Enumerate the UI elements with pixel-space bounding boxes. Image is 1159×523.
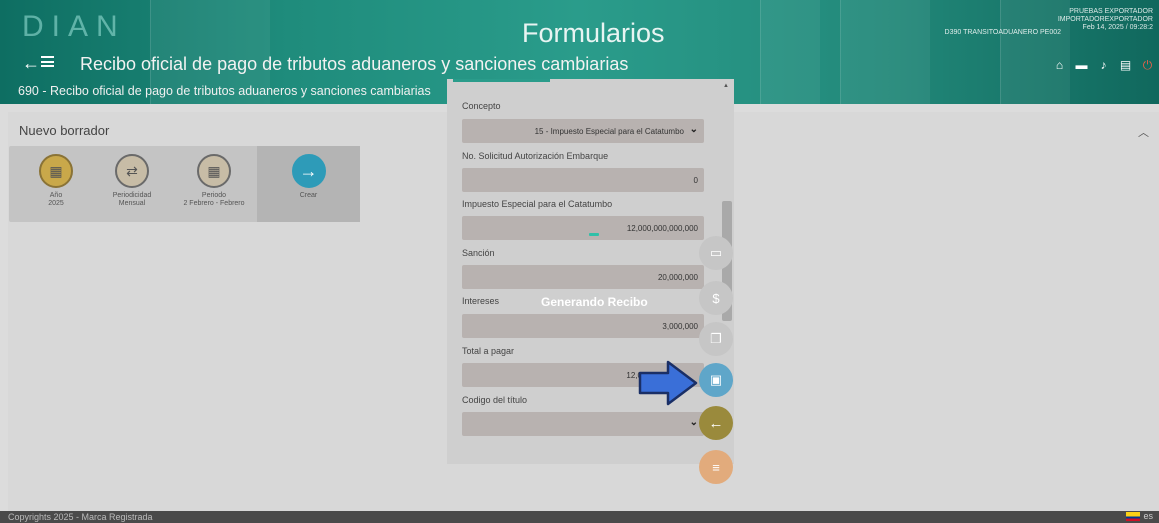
user-info: PRUEBAS EXPORTADOR IMPORTADOREXPORTADOR … <box>1057 8 1153 31</box>
copy-button[interactable]: ❐ <box>699 322 733 356</box>
sancion-input[interactable]: 20,000,000 <box>462 265 704 289</box>
calendar-icon: ▦ <box>39 154 73 188</box>
payment-button[interactable]: $ <box>699 281 733 315</box>
menu-fab-button[interactable]: ≡ <box>699 450 733 484</box>
save-icon: ▣ <box>709 372 723 387</box>
user-name: D390 TRANSITOADUANERO PE002 <box>944 29 1061 36</box>
loading-spinner <box>589 233 599 236</box>
footer: Copyrights 2025 - Marca Registrada es <box>0 511 1159 523</box>
folder-icon[interactable]: ▬ <box>1074 58 1089 72</box>
credit-card-button[interactable]: ▭ <box>699 236 733 270</box>
form-subtitle: 690 - Recibo oficial de pago de tributos… <box>18 84 431 98</box>
scroll-up-icon[interactable]: ▲ <box>723 83 729 89</box>
form-title: Recibo oficial de pago de tributos aduan… <box>80 54 629 74</box>
power-icon[interactable]: ⏻ <box>1140 58 1155 72</box>
app-title: Formularios <box>522 18 665 48</box>
home-icon[interactable]: ⌂ <box>1052 58 1067 72</box>
year-card[interactable]: ▦ Año 2025 <box>21 146 91 222</box>
solicitud-label: No. Solicitud Autorización Embarque <box>462 151 609 161</box>
sancion-label: Sanción <box>462 248 495 258</box>
receipt-form-modal: Concepto 15 - Impuesto Especial para el … <box>447 79 734 464</box>
back-arrow-icon: ← <box>708 414 724 432</box>
intereses-input[interactable]: 3,000,000 <box>462 314 704 338</box>
hamburger-menu-icon[interactable] <box>41 56 54 67</box>
chevron-up-icon[interactable]: ︿ <box>1138 124 1149 140</box>
codigo-select[interactable]: ⌄ <box>462 412 704 436</box>
impuesto-input[interactable]: 12,000,000,000,000 <box>462 216 704 240</box>
back-button[interactable]: ← <box>699 406 733 440</box>
modal-scrollbar[interactable]: ▲ <box>721 83 733 461</box>
progress-bar <box>453 79 550 82</box>
save-button[interactable]: ▣ <box>699 363 733 397</box>
header-toolbar: ⌂ ▬ ♪ ▤ ⏻ <box>1052 58 1155 72</box>
calendar-grid-icon: ▦ <box>197 154 231 188</box>
codigo-label: Codigo del título <box>462 395 528 405</box>
period-card[interactable]: ▦ Periodo 2 Febrero - Febrero <box>169 146 259 222</box>
colombia-flag-icon <box>1126 511 1141 521</box>
copyright-text: Copyrights 2025 - Marca Registrada <box>8 512 153 522</box>
concepto-label: Concepto <box>462 101 501 111</box>
arrow-right-icon: → <box>291 154 326 188</box>
solicitud-input[interactable]: 0 <box>462 168 704 192</box>
chevron-down-icon: ⌄ <box>689 417 698 428</box>
concepto-select[interactable]: 15 - Impuesto Especial para el Catatumbo… <box>462 119 704 143</box>
back-arrow-icon[interactable]: ← <box>22 53 40 74</box>
copy-icon: ❐ <box>710 331 722 346</box>
impuesto-label: Impuesto Especial para el Catatumbo <box>462 199 613 209</box>
periodicity-card[interactable]: ⇄ Periodicidad Mensual <box>97 146 167 222</box>
bell-icon[interactable]: ♪ <box>1096 58 1111 72</box>
menu-icon: ≡ <box>712 459 720 475</box>
language-selector[interactable]: es <box>1126 511 1153 521</box>
annotation-arrow-icon <box>638 360 698 406</box>
create-card[interactable]: → Crear <box>257 146 360 222</box>
loading-text: Generando Recibo <box>541 295 648 309</box>
dollar-icon: $ <box>712 290 720 306</box>
repeat-icon: ⇄ <box>115 154 149 188</box>
draft-title: Nuevo borrador <box>19 123 110 138</box>
total-label: Total a pagar <box>462 346 515 356</box>
intereses-label: Intereses <box>462 296 500 306</box>
chevron-down-icon: ⌄ <box>689 124 698 135</box>
calendar-icon[interactable]: ▤ <box>1118 58 1133 72</box>
credit-card-icon: ▭ <box>709 245 723 260</box>
draft-cards: ▦ Año 2025 ⇄ Periodicidad Mensual ▦ Peri… <box>9 146 360 222</box>
dian-logo: DIAN <box>22 10 126 43</box>
